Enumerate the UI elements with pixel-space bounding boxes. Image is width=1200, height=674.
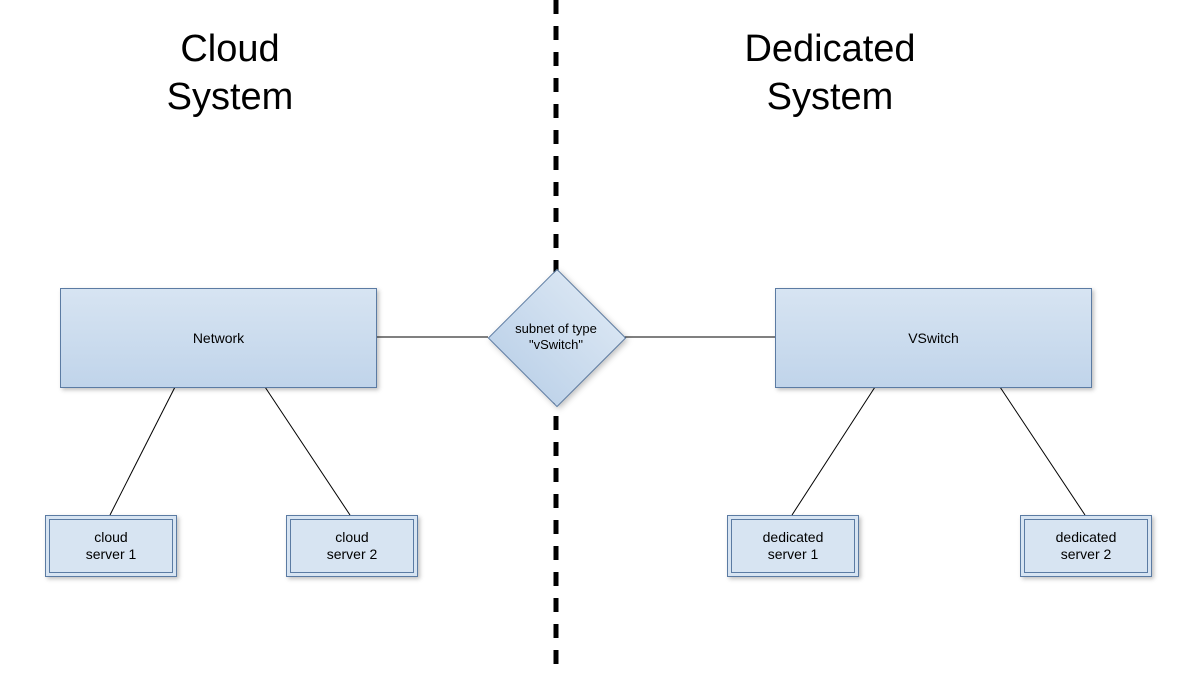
node-dedicated-server-1: dedicated server 1 <box>727 515 859 577</box>
node-vswitch-label: VSwitch <box>908 330 959 346</box>
title-cloud-system: Cloud System <box>100 26 360 121</box>
node-cloud-server-1-label: cloud server 1 <box>86 529 137 564</box>
node-network: Network <box>60 288 377 388</box>
node-dedicated-server-2-label: dedicated server 2 <box>1056 529 1117 564</box>
edge-vswitch-ded1 <box>792 387 875 515</box>
node-subnet-label: subnet of type "vSwitch" <box>488 269 624 405</box>
node-cloud-server-2-label: cloud server 2 <box>327 529 378 564</box>
edge-vswitch-ded2 <box>1000 387 1085 515</box>
node-cloud-server-1: cloud server 1 <box>45 515 177 577</box>
title-dedicated-system: Dedicated System <box>660 26 1000 121</box>
node-network-label: Network <box>193 330 244 346</box>
node-dedicated-server-2: dedicated server 2 <box>1020 515 1152 577</box>
node-subnet-diamond: subnet of type "vSwitch" <box>488 269 624 405</box>
node-cloud-server-2: cloud server 2 <box>286 515 418 577</box>
edge-network-cloud2 <box>265 387 350 515</box>
node-dedicated-server-1-label: dedicated server 1 <box>763 529 824 564</box>
node-vswitch: VSwitch <box>775 288 1092 388</box>
edge-network-cloud1 <box>110 387 175 515</box>
